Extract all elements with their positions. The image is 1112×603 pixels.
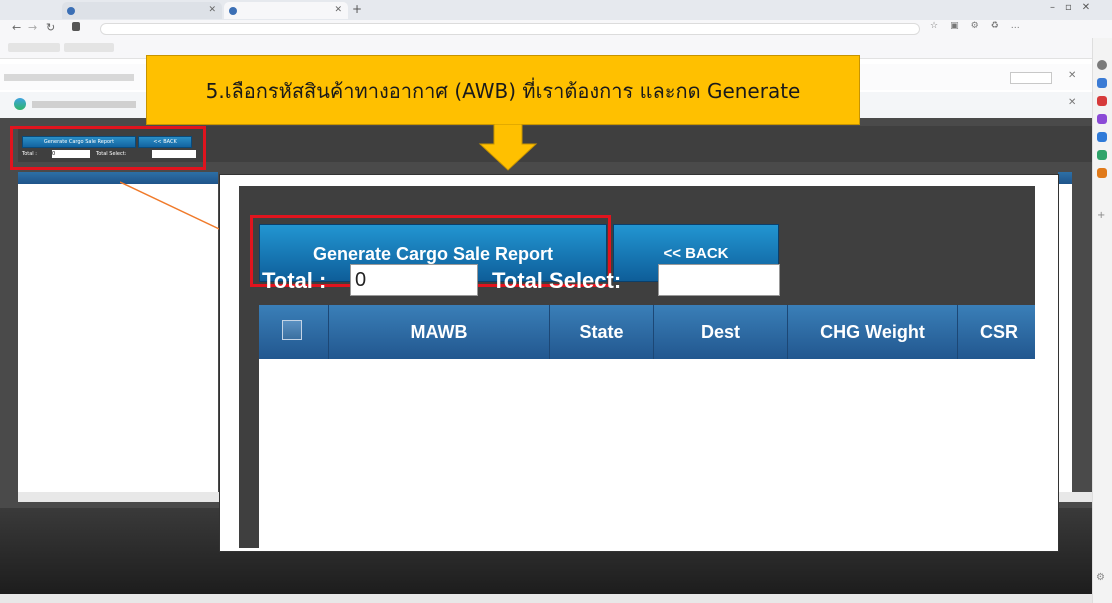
close-icon[interactable]: ✕ <box>1068 70 1076 81</box>
extension-icon[interactable] <box>1097 78 1107 88</box>
table-body <box>259 359 1035 548</box>
forward-arrow-icon[interactable]: → <box>28 21 37 34</box>
instruction-callout: 5.เลือกรหัสสินค้าทางอากาศ (AWB) ที่เราต้… <box>146 55 860 125</box>
favorite-item[interactable] <box>64 43 114 52</box>
new-tab-icon[interactable]: + <box>352 2 362 16</box>
extension-icon[interactable] <box>1097 132 1107 142</box>
column-header-csr[interactable]: CSR <box>957 305 1035 359</box>
browser-tab-active[interactable]: ✕ <box>224 2 348 19</box>
arrow-down-icon <box>478 124 538 171</box>
back-arrow-icon[interactable]: ← <box>12 21 21 34</box>
refresh-icon[interactable]: ↻ <box>46 21 55 34</box>
extension-text <box>32 101 136 108</box>
page-horizontal-scrollbar[interactable] <box>0 594 1092 603</box>
favorite-item[interactable] <box>8 43 60 52</box>
extension-logo-icon <box>14 98 26 110</box>
extension-icon[interactable] <box>1097 168 1107 178</box>
column-header-dest[interactable]: Dest <box>653 305 787 359</box>
toolbar-icons[interactable]: ☆▣⚙♻… <box>930 21 1032 31</box>
total-select-input[interactable] <box>658 264 780 296</box>
browser-tab-inactive[interactable]: ✕ <box>62 2 222 19</box>
add-icon[interactable]: + <box>1097 210 1105 221</box>
window-controls[interactable]: –▫✕ <box>1050 2 1100 13</box>
total-select-label: Total Select: <box>492 268 622 293</box>
total-label: Total : <box>262 268 327 293</box>
highlight-box-small <box>10 126 206 170</box>
url-field[interactable] <box>100 23 920 35</box>
notification-text <box>4 74 134 81</box>
search-icon[interactable] <box>1097 60 1107 70</box>
notification-button[interactable] <box>1010 72 1052 84</box>
extension-icon[interactable] <box>1097 114 1107 124</box>
table-right-edge <box>1058 172 1072 502</box>
extension-icon[interactable] <box>1097 150 1107 160</box>
tab-favicon-icon <box>229 7 237 15</box>
column-header-chg-weight[interactable]: CHG Weight <box>787 305 957 359</box>
lock-icon <box>72 22 80 31</box>
close-icon[interactable]: ✕ <box>208 2 216 19</box>
total-input[interactable]: 0 <box>350 264 478 296</box>
close-icon[interactable]: ✕ <box>1068 97 1076 108</box>
select-all-checkbox[interactable] <box>282 320 302 340</box>
tab-favicon-icon <box>67 7 75 15</box>
column-header-state[interactable]: State <box>549 305 653 359</box>
extension-icon[interactable] <box>1097 96 1107 106</box>
column-header-mawb[interactable]: MAWB <box>328 305 549 359</box>
settings-icon[interactable]: ⚙ <box>1096 572 1105 583</box>
close-icon[interactable]: ✕ <box>334 2 342 19</box>
table-header-right-edge <box>1058 172 1072 184</box>
